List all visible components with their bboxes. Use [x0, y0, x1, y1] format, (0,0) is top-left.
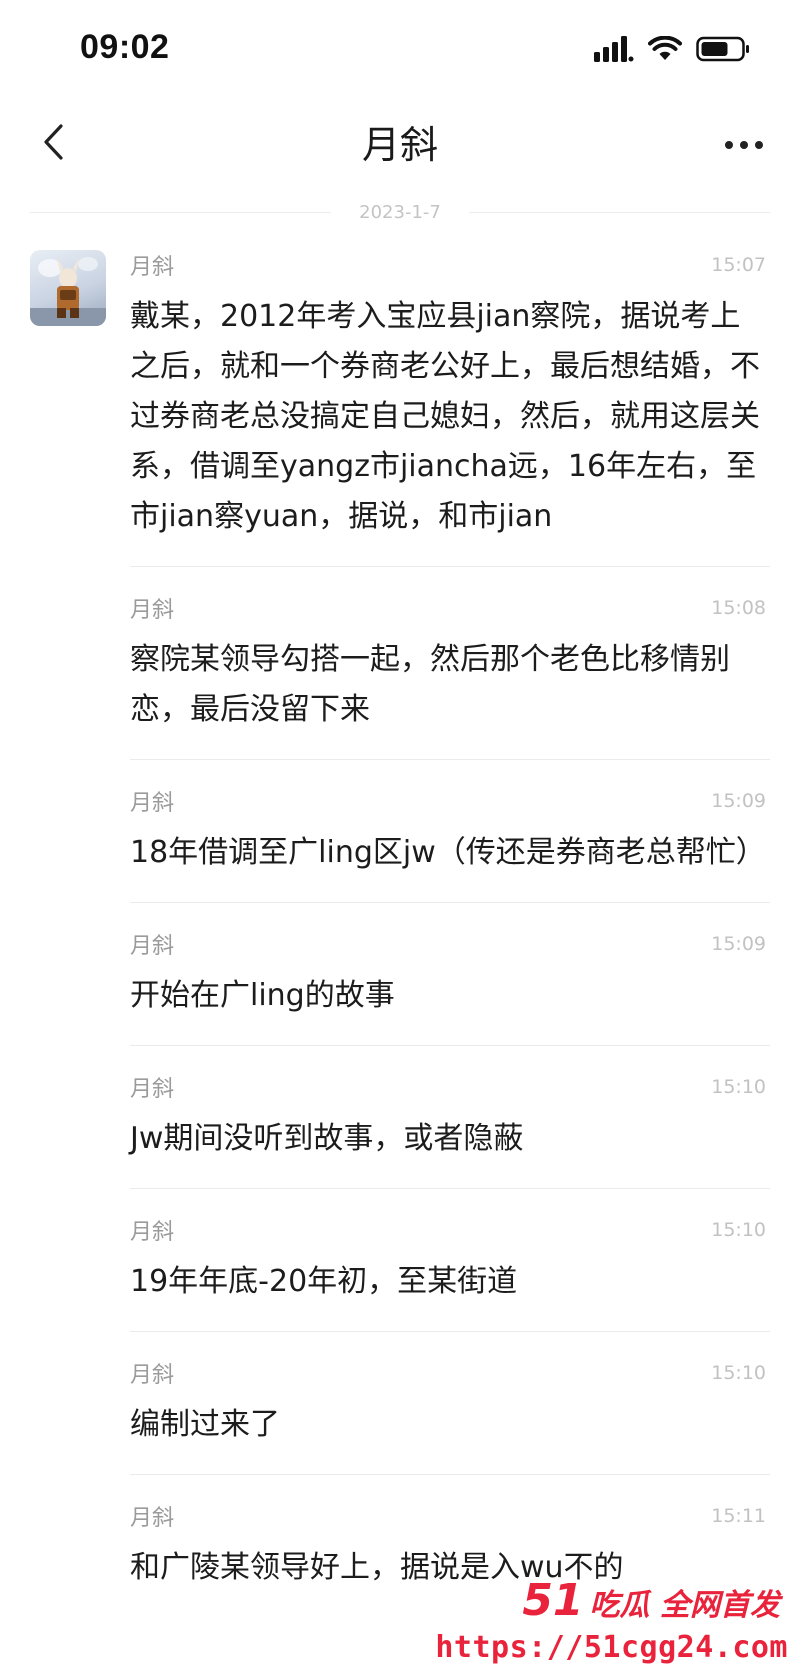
message-time: 15:11 [711, 1505, 766, 1527]
message-text: 18年借调至广ling区jw（传还是券商老总帮忙） [130, 835, 766, 870]
message-item[interactable]: 月斜 15:08 察院某领导勾搭一起，然后那个老色比移情别恋，最后没留下来 [130, 567, 770, 760]
divider-line [468, 211, 771, 213]
message-sender: 月斜 [130, 791, 175, 816]
message-time: 15:07 [711, 254, 766, 276]
page-title: 月斜 [361, 123, 438, 167]
message-text: 戴某，2012年考入宝应县jian察院，据说考上之后，就和一个券商老公好上，最后… [130, 299, 760, 534]
message-text: 开始在广ling的故事 [130, 978, 395, 1013]
message-time: 15:09 [711, 933, 766, 955]
status-bar: 09:02 [0, 0, 800, 100]
wifi-icon [648, 36, 682, 62]
status-icons [594, 36, 750, 62]
avatar[interactable] [30, 250, 106, 326]
divider-line [30, 211, 332, 213]
watermark: 51 吃瓜 全网首发 https://51cgg24.com [435, 1575, 788, 1665]
battery-icon [696, 36, 750, 62]
message-sender: 月斜 [130, 598, 175, 623]
nav-bar: 月斜 [0, 100, 800, 190]
date-divider: 2023-1-7 [30, 192, 771, 232]
message-time: 15:10 [711, 1219, 766, 1241]
message-text: 19年年底-20年初，至某街道 [130, 1264, 518, 1299]
watermark-url: https://51cgg24.com [435, 1630, 788, 1665]
message-sender: 月斜 [130, 1506, 175, 1531]
message-time: 15:09 [711, 790, 766, 812]
message-item[interactable]: 月斜 15:10 编制过来了 [130, 1332, 770, 1475]
watermark-brand-text: 吃瓜 全网首发 [589, 1588, 780, 1623]
date-label: 2023-1-7 [359, 201, 441, 223]
message-item[interactable]: 月斜 15:09 18年借调至广ling区jw（传还是券商老总帮忙） [130, 760, 770, 903]
more-dots-icon [724, 135, 764, 154]
message-time: 15:08 [711, 597, 766, 619]
message-item[interactable]: 月斜 15:07 戴某，2012年考入宝应县jian察院，据说考上之后，就和一个… [130, 240, 770, 567]
message-time: 15:10 [711, 1076, 766, 1098]
message-time: 15:10 [711, 1362, 766, 1384]
message-text: 编制过来了 [130, 1407, 280, 1442]
message-sender: 月斜 [130, 255, 175, 280]
more-button[interactable] [714, 114, 774, 174]
watermark-brand: 51 吃瓜 全网首发 [522, 1575, 780, 1626]
message-item[interactable]: 月斜 15:10 Jw期间没听到故事，或者隐蔽 [130, 1046, 770, 1189]
message-item[interactable]: 月斜 15:10 19年年底-20年初，至某街道 [130, 1189, 770, 1332]
message-list: 月斜 15:07 戴某，2012年考入宝应县jian察院，据说考上之后，就和一个… [130, 240, 770, 1617]
watermark-brand-number: 51 [522, 1575, 584, 1626]
message-item[interactable]: 月斜 15:09 开始在广ling的故事 [130, 903, 770, 1046]
signal-icon [594, 36, 634, 62]
message-sender: 月斜 [130, 1077, 175, 1102]
message-sender: 月斜 [130, 934, 175, 959]
status-time: 09:02 [80, 28, 170, 66]
message-text: Jw期间没听到故事，或者隐蔽 [130, 1121, 524, 1156]
message-sender: 月斜 [130, 1363, 175, 1388]
message-sender: 月斜 [130, 1220, 175, 1245]
message-text: 察院某领导勾搭一起，然后那个老色比移情别恋，最后没留下来 [130, 642, 730, 727]
avatar-figure-icon [30, 257, 106, 326]
